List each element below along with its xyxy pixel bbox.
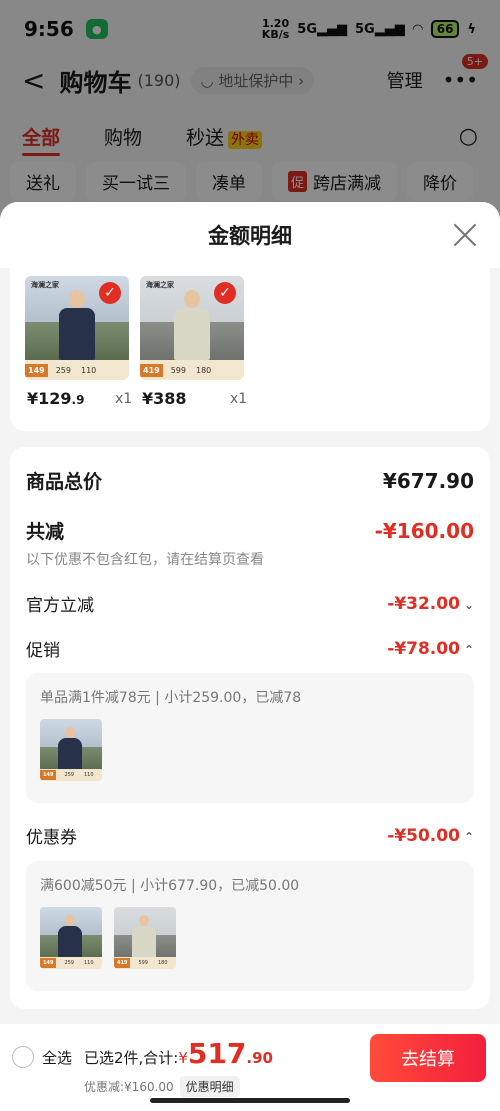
close-icon[interactable]	[450, 220, 480, 250]
chevron-up-icon: ⌃	[463, 829, 474, 844]
select-all-radio[interactable]	[12, 1046, 34, 1068]
select-all-label: 全选	[42, 1048, 73, 1067]
promotion-value: -¥78.00 ⌃	[387, 638, 474, 659]
goods-total-value: ¥677.90	[382, 468, 474, 493]
product-item[interactable]: 海澜之家 419 599 180 ✓ ¥388 x1	[140, 276, 260, 408]
discount-detail-button[interactable]: 优惠明细	[179, 1076, 240, 1097]
product-price: ¥388	[142, 389, 187, 408]
discount-summary: 优惠减:¥160.00 优惠明细	[84, 1076, 240, 1097]
official-discount-value: -¥32.00 ⌄	[387, 593, 474, 614]
product-brand: 海澜之家	[146, 281, 174, 289]
coupon-product-thumb: 149 259 110	[40, 907, 102, 969]
discount-note: 以下优惠不包含红包，请在结算页查看	[26, 552, 264, 568]
official-discount-row[interactable]: 官方立减 -¥32.00 ⌄	[26, 591, 474, 617]
coupon-desc: 满600减50元 | 小计677.90，已减50.00	[40, 878, 300, 894]
goods-total-label: 商品总价	[26, 471, 103, 493]
product-price: ¥129.9	[27, 389, 85, 408]
product-quantity: x1	[230, 391, 248, 407]
checkout-summary: 已选2件,合计: ¥ 517 .90	[84, 1040, 273, 1068]
total-reduce-value: -¥160.00	[374, 518, 474, 543]
checkout-button[interactable]: 去结算	[370, 1034, 486, 1082]
selected-count: 已选2件,合计:	[84, 1049, 179, 1067]
promotion-detail-box: 单品满1件减78元 | 小计259.00，已减78 149 259 110	[26, 673, 474, 803]
official-discount-label: 官方立减	[26, 596, 94, 616]
product-item[interactable]: 海澜之家 149 259 110 ✓ ¥129.9 x1	[25, 276, 145, 408]
chevron-down-icon: ⌄	[463, 597, 474, 612]
total-reduce-row: 共减 -¥160.00	[26, 517, 474, 544]
coupon-detail-box: 满600减50元 | 小计677.90，已减50.00 149 259 110 41…	[26, 861, 474, 991]
total-amount-decimal: .90	[246, 1049, 273, 1067]
selected-check-icon[interactable]: ✓	[99, 282, 121, 304]
coupon-row[interactable]: 优惠券 -¥50.00 ⌃	[26, 823, 474, 849]
sheet-title: 金额明细	[208, 224, 292, 248]
promotion-row[interactable]: 促销 -¥78.00 ⌃	[26, 636, 474, 662]
select-all-toggle[interactable]: 全选	[12, 1046, 72, 1068]
coupon-value: -¥50.00 ⌃	[387, 825, 474, 846]
product-image: 海澜之家 149 259 110 ✓	[25, 276, 129, 380]
selected-check-icon[interactable]: ✓	[214, 282, 236, 304]
home-indicator	[150, 1098, 350, 1103]
product-quantity: x1	[115, 391, 133, 407]
product-image: 海澜之家 419 599 180 ✓	[140, 276, 244, 380]
sheet-header: 金额明细	[0, 202, 500, 268]
promotion-desc: 单品满1件减78元 | 小计259.00，已减78	[40, 690, 302, 706]
promotion-label: 促销	[26, 641, 60, 661]
selected-products-card: 海澜之家 149 259 110 ✓ ¥129.9 x1 海澜之家 419 599 18…	[10, 268, 490, 431]
coupon-product-thumb: 419 599 180	[114, 907, 176, 969]
discount-text: 优惠减:¥160.00	[84, 1080, 174, 1094]
currency-symbol: ¥	[178, 1049, 188, 1067]
coupon-label: 优惠券	[26, 828, 77, 848]
chevron-up-icon: ⌃	[463, 642, 474, 657]
amount-detail-sheet: 金额明细 海澜之家 149 259 110 ✓ ¥129.9 x1 海澜之家 4…	[0, 202, 500, 1111]
total-reduce-label: 共减	[26, 521, 65, 543]
promotion-product-thumb: 149 259 110	[40, 719, 102, 781]
product-brand: 海澜之家	[31, 281, 59, 289]
price-breakdown-card: 商品总价 ¥677.90 共减 -¥160.00 以下优惠不包含红包，请在结算页…	[10, 447, 490, 1009]
total-amount: 517	[187, 1037, 247, 1070]
goods-total-row: 商品总价 ¥677.90	[26, 467, 474, 494]
